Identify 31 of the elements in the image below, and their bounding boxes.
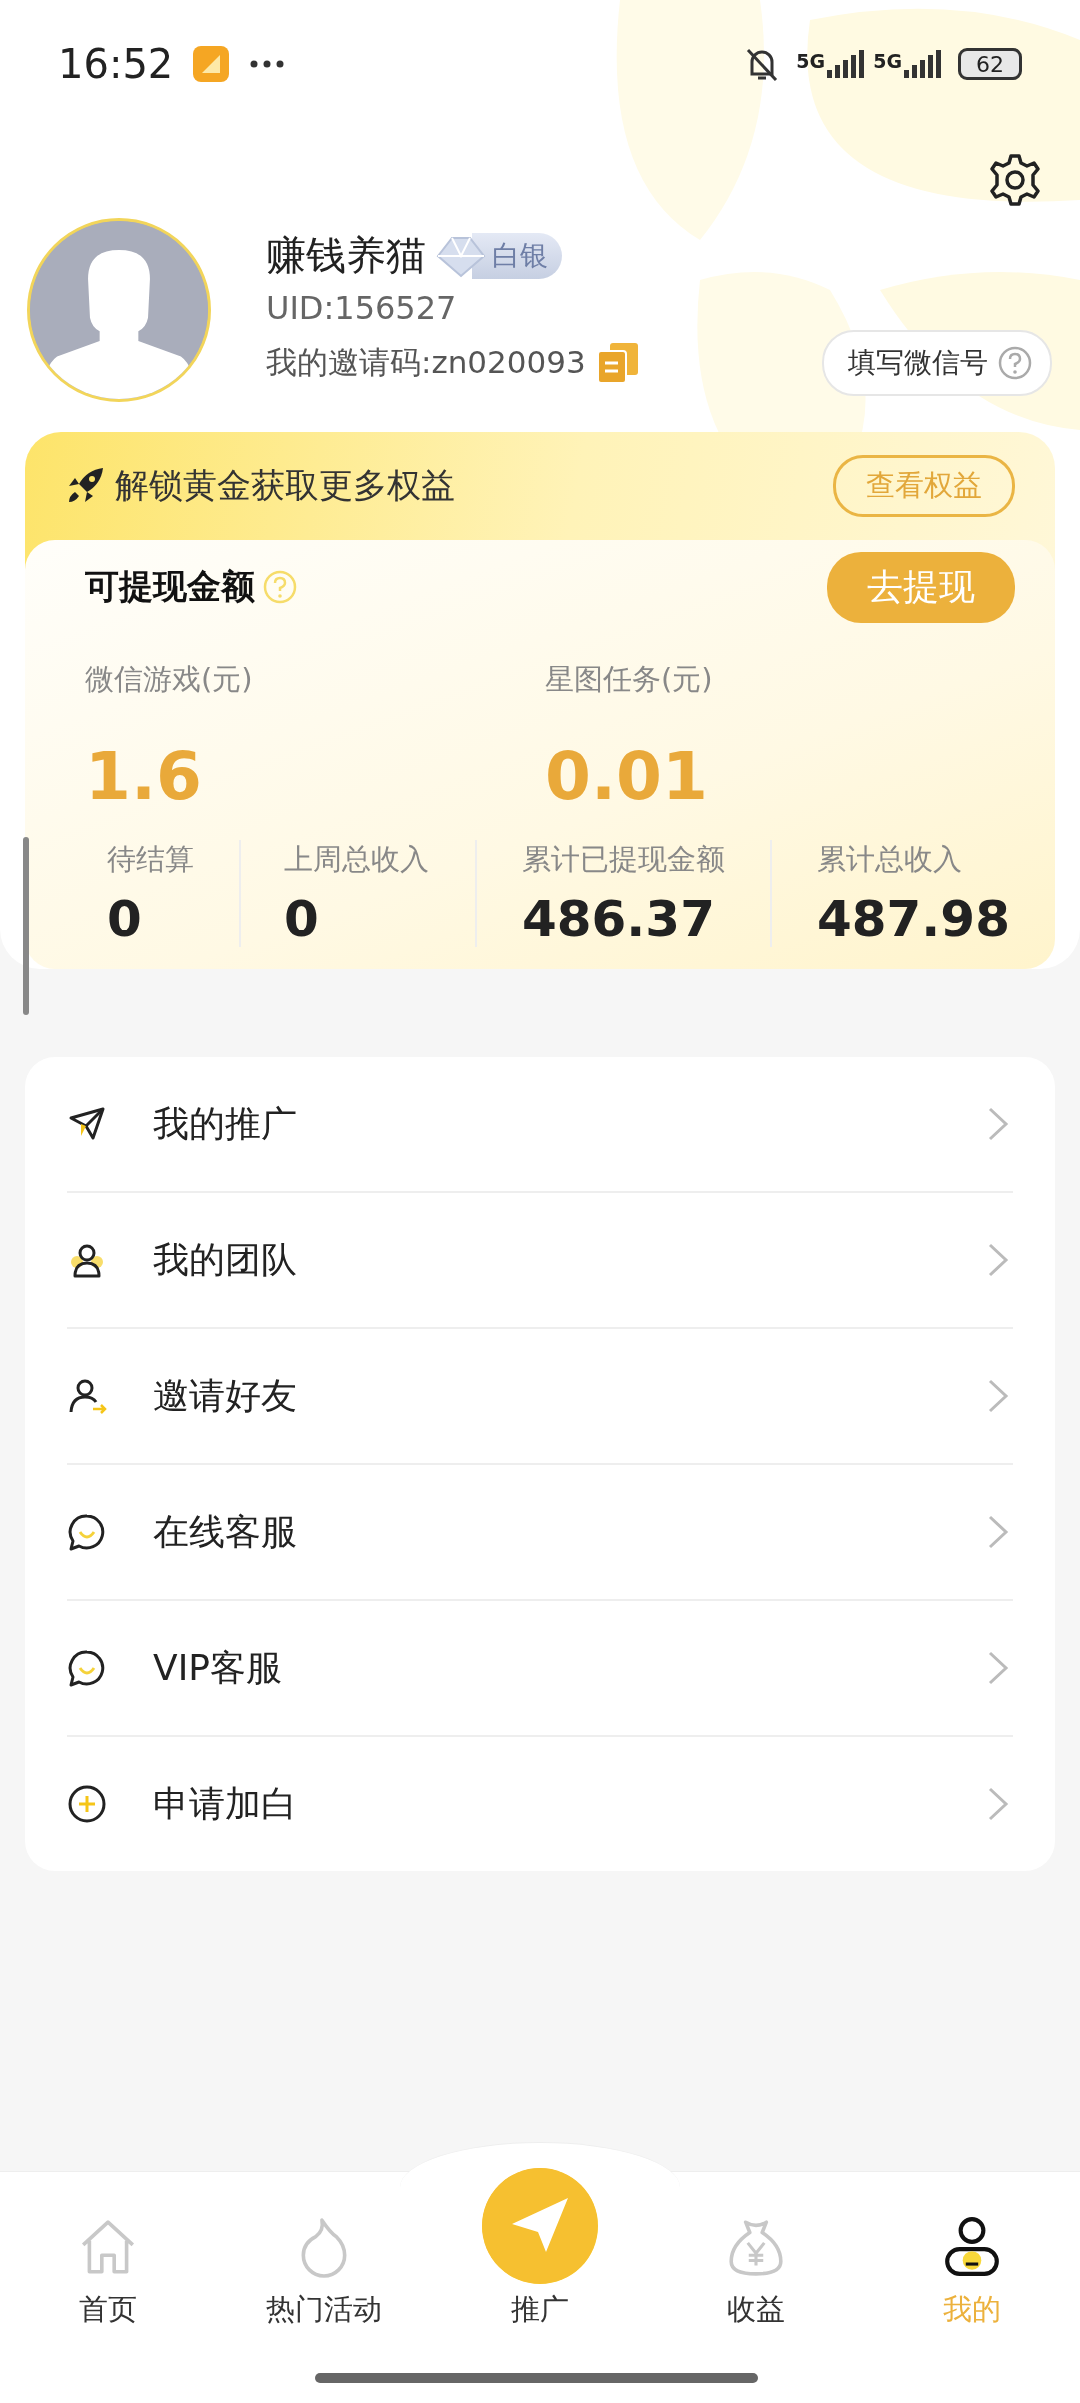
stat-value: 486.37 [522, 892, 716, 947]
invite-code: 我的邀请码:zn020093 [266, 343, 586, 382]
stat-label: 待结算 [107, 841, 195, 878]
stat-value: 487.98 [817, 892, 1011, 947]
source-amount: 0.01 [545, 744, 709, 810]
stat-label: 累计总收入 [817, 841, 963, 878]
battery-level: 62 [958, 48, 1022, 80]
stat-value: 0 [107, 892, 143, 947]
stat-value: 0 [284, 892, 320, 947]
network-label: 5G [873, 50, 902, 72]
menu-item[interactable]: 我的推广 [153, 1099, 297, 1149]
source-amount: 1.6 [85, 744, 203, 810]
user-id: UID:156527 [266, 289, 458, 327]
withdrawable-title: 可提现金额 [85, 565, 255, 608]
nav-tab[interactable]: 热门活动 [216, 2142, 432, 2403]
status-time: 16:52 [58, 41, 174, 87]
stat-label: 累计已提现金额 [522, 841, 726, 878]
network-label: 5G [796, 50, 826, 72]
nav-tab[interactable]: 首页 [0, 2142, 216, 2403]
wechat-button[interactable]: 填写微信号 [822, 330, 1052, 396]
upgrade-promo-text: 解锁黄金获取更多权益 [115, 464, 455, 507]
menu-item[interactable]: 我的团队 [153, 1235, 297, 1285]
menu-item[interactable]: 申请加白 [153, 1779, 297, 1829]
source-label: 星图任务(元) [545, 661, 714, 698]
menu-item[interactable]: 邀请好友 [153, 1371, 297, 1421]
stat-label: 上周总收入 [284, 841, 430, 878]
source-label: 微信游戏(元) [85, 661, 254, 698]
user-name: 赚钱养猫 [266, 231, 426, 280]
menu-item[interactable]: 在线客服 [153, 1507, 297, 1557]
menu-item[interactable]: VIP客服 [153, 1643, 282, 1693]
nav-tab[interactable]: 收益 [648, 2142, 864, 2403]
